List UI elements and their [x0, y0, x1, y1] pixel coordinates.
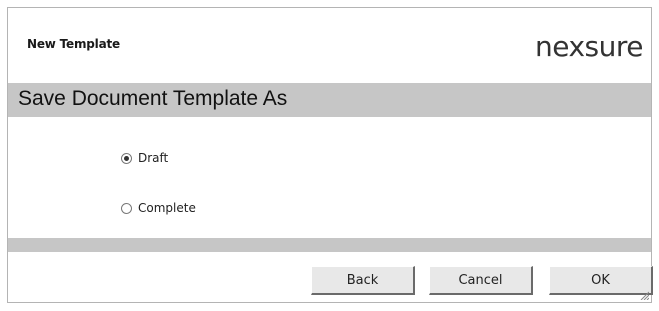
draft-option[interactable]: Draft	[121, 151, 168, 165]
draft-label: Draft	[138, 151, 169, 165]
ok-button[interactable]: OK	[549, 266, 653, 295]
header-bar: Save Document Template As	[8, 83, 651, 117]
resize-grip-icon[interactable]	[639, 290, 649, 300]
draft-radio[interactable]	[121, 152, 132, 164]
cancel-button[interactable]: Cancel	[429, 266, 533, 295]
complete-option[interactable]: Complete	[121, 201, 196, 215]
dialog-window: New Template nexsure Save Document Templ…	[7, 7, 653, 303]
page-title: Save Document Template As	[18, 87, 288, 110]
nexsure-logo: nexsure	[534, 30, 644, 63]
back-button[interactable]: Back	[311, 266, 415, 295]
window-title: New Template	[27, 37, 120, 51]
complete-label: Complete	[138, 201, 196, 215]
footer-bar	[8, 238, 651, 252]
complete-radio[interactable]	[121, 202, 132, 214]
